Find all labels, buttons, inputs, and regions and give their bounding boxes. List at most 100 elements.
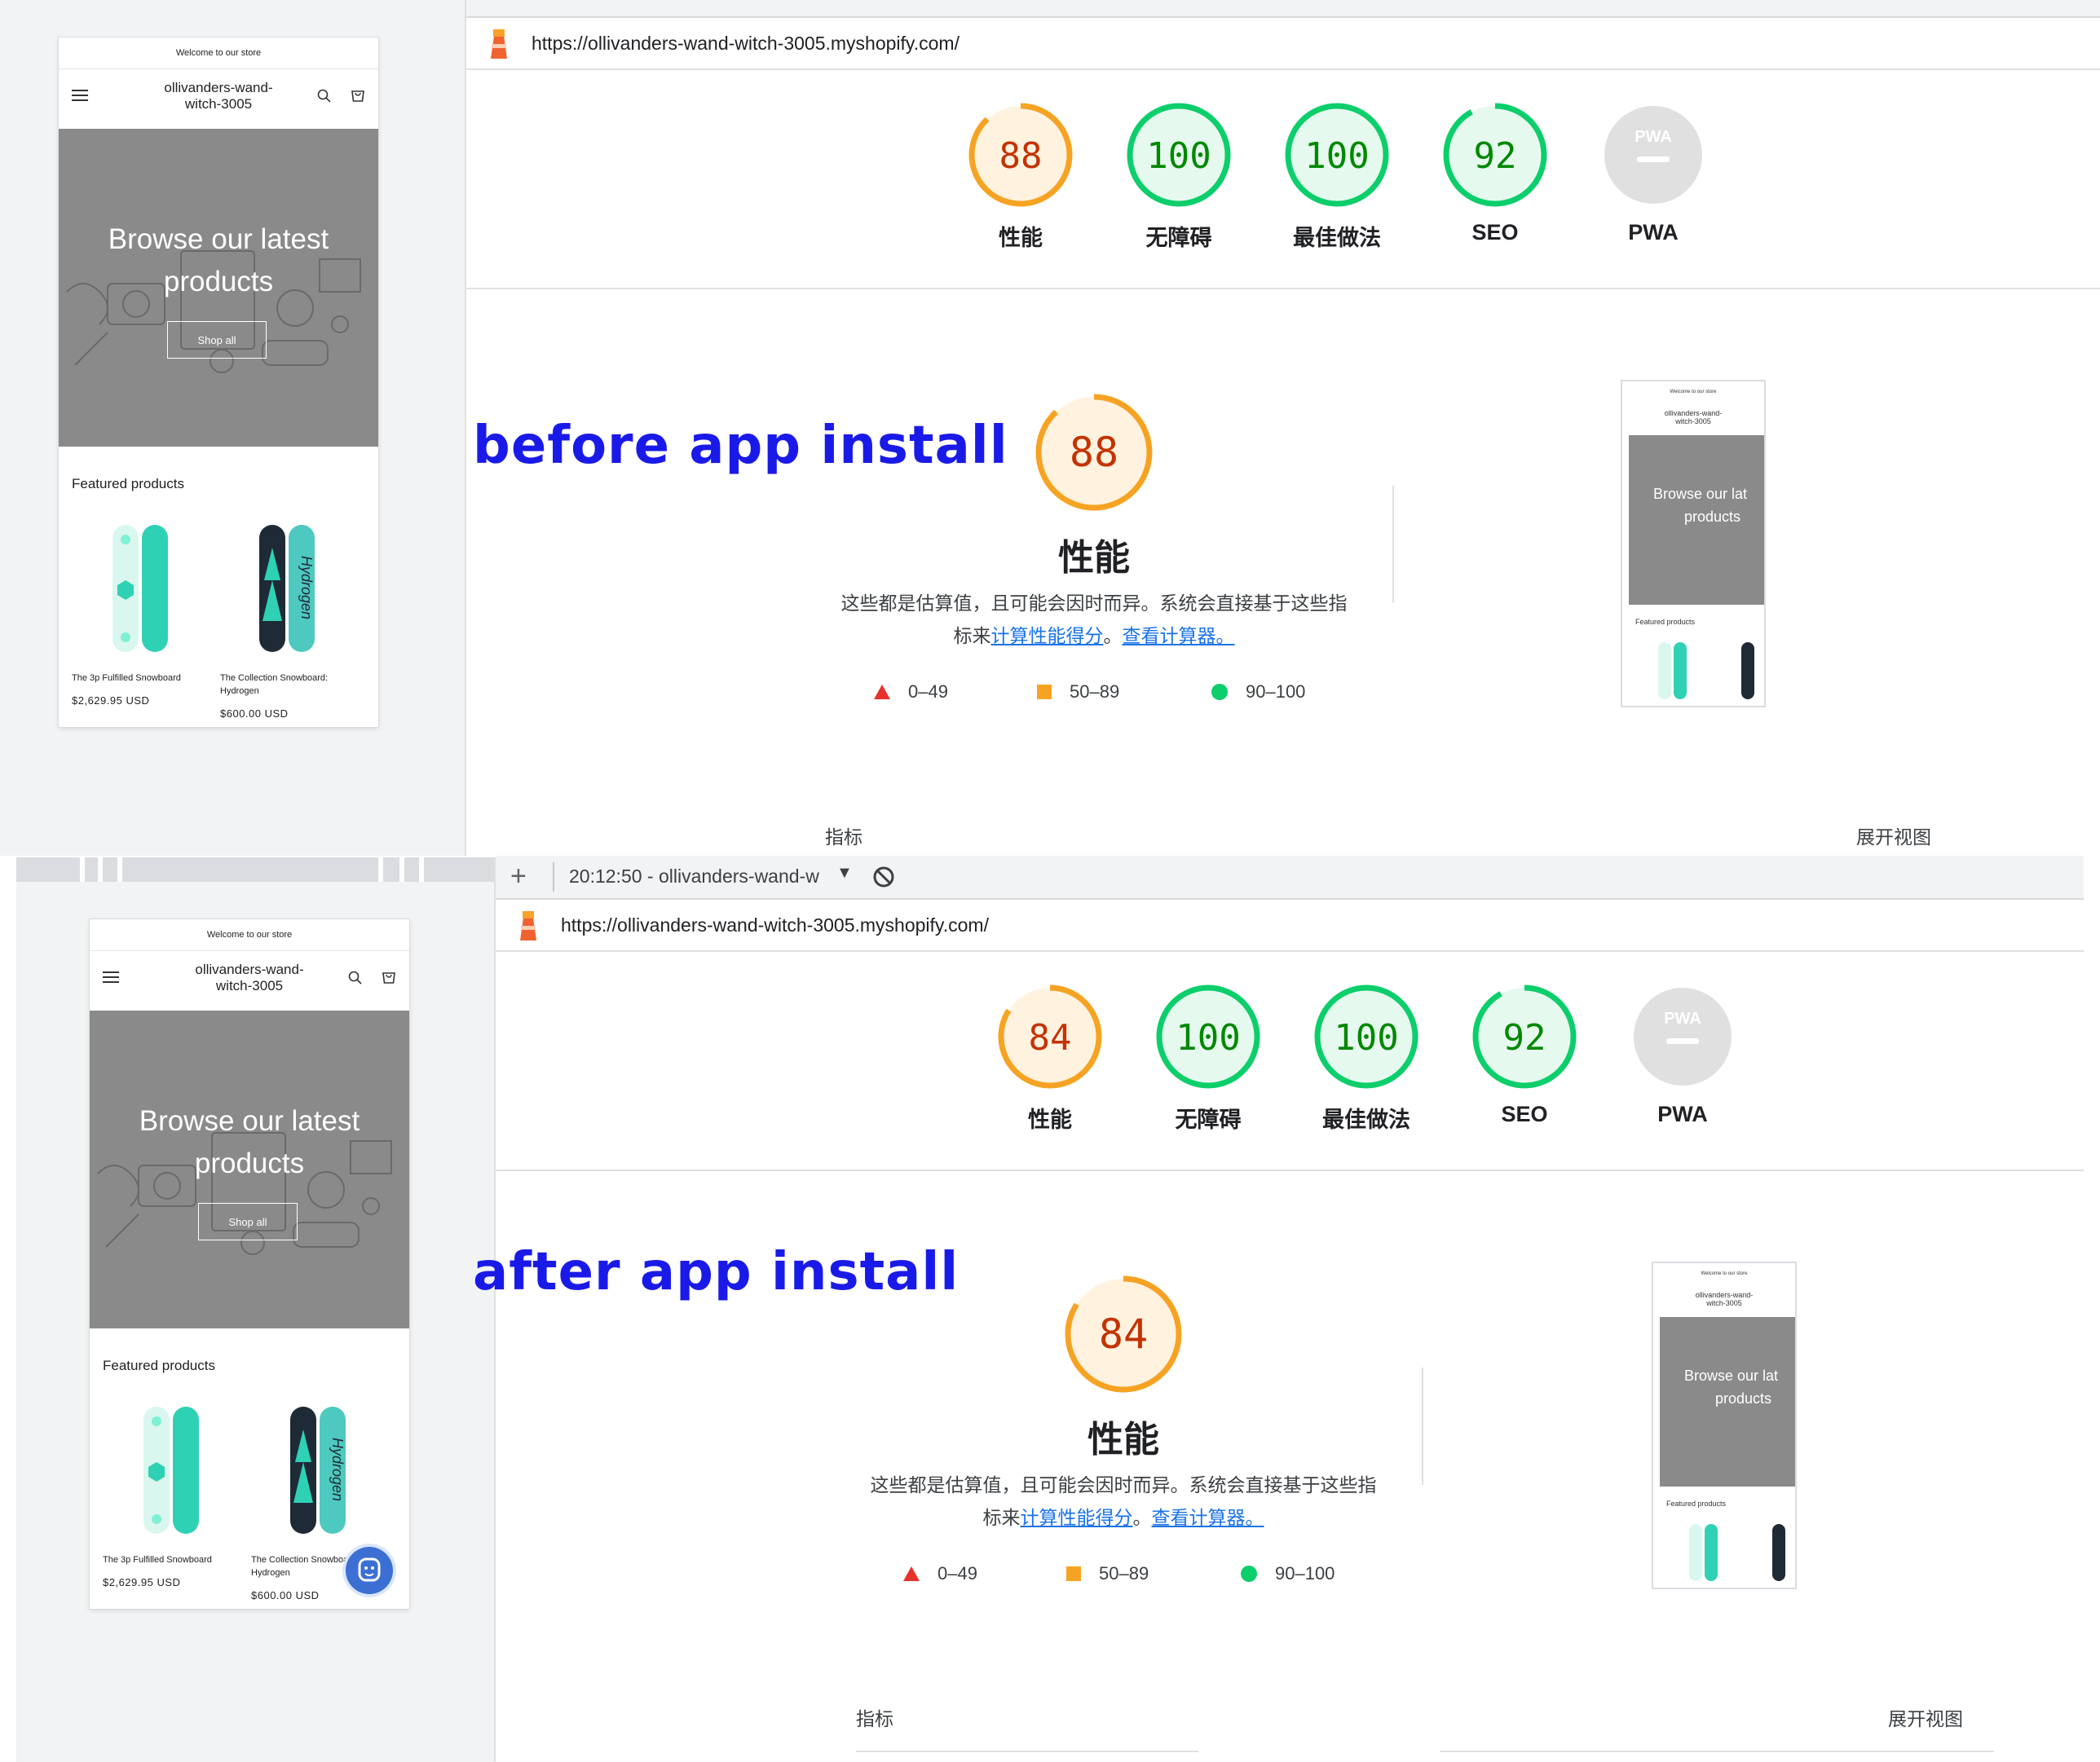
page-url[interactable]: https://ollivanders-wand-witch-3005.mysh… xyxy=(532,33,960,55)
thumb-logo: ollivanders-wand-witch-3005 xyxy=(1695,1291,1754,1307)
score-label: 性能 xyxy=(999,226,1043,250)
score-gauge[interactable]: PWA PWA xyxy=(1629,983,1736,1127)
legend-pass: 90–100 xyxy=(1241,1563,1335,1584)
product-price: $600.00 USD xyxy=(251,1589,320,1601)
triangle-icon xyxy=(903,1566,920,1581)
score-gauge[interactable]: 100 无障碍 xyxy=(1125,101,1233,252)
performance-title: 性能 xyxy=(1058,538,1130,578)
thumb-board-2 xyxy=(1741,642,1754,699)
product-price: $2,629.95 USD xyxy=(103,1576,181,1588)
score-ring: 92 xyxy=(1443,103,1547,207)
shop-all-button[interactable]: Shop all xyxy=(167,321,267,359)
new-report-button[interactable]: + xyxy=(510,861,527,892)
score-gauge[interactable]: 92 SEO xyxy=(1441,101,1549,245)
score-value: 92 xyxy=(1474,135,1517,177)
legend-fail: 0–49 xyxy=(874,681,948,703)
perf-description: 这些都是估算值，且可能会因时而异。系统会直接基于这些指 标来计算性能得分。查看计… xyxy=(840,592,1348,646)
square-icon xyxy=(1066,1566,1081,1581)
search-icon[interactable] xyxy=(316,88,333,104)
expand-view-toggle[interactable]: 展开视图 xyxy=(1856,822,1931,849)
cart-icon[interactable] xyxy=(349,86,367,104)
performance-score: 88 xyxy=(1070,429,1118,476)
store-logo[interactable]: ollivanders-wand- witch-3005 xyxy=(108,80,329,112)
store-logo[interactable]: ollivanders-wand- witch-3005 xyxy=(139,962,360,994)
score-gauge[interactable]: 100 最佳做法 xyxy=(1312,983,1420,1134)
pwa-badge-icon: PWA xyxy=(1664,1010,1701,1028)
score-label: 最佳做法 xyxy=(1322,1108,1410,1132)
svg-text:Hydrogen: Hydrogen xyxy=(329,1438,346,1501)
lighthouse-report-after: + 20:12:50 - ollivanders-wand-w ▼ https:… xyxy=(496,856,2084,1762)
thumb-featured: Featured products xyxy=(1635,618,1696,626)
product-title[interactable]: The 3p Fulfilled Snowboard xyxy=(103,1553,212,1566)
thumb-hero-text: Browse our lat products xyxy=(1653,486,1748,525)
legend-pass: 90–100 xyxy=(1211,681,1305,703)
pwa-dash-icon xyxy=(1637,156,1670,162)
product-image-3p-snowboard[interactable] xyxy=(109,523,174,654)
thumb-logo: ollivanders-wand-witch-3005 xyxy=(1664,409,1723,425)
legend-average: 50–89 xyxy=(1037,681,1119,703)
product-title[interactable]: The 3p Fulfilled Snowboard xyxy=(72,672,181,685)
hero-banner: Browse our latest products Shop all xyxy=(59,129,378,447)
calculator-link[interactable]: 查看计算器。 xyxy=(1123,625,1235,646)
product-image-hydrogen-snowboard[interactable]: Hydrogen xyxy=(289,1405,354,1535)
shop-all-button[interactable]: Shop all xyxy=(198,1203,298,1240)
calc-score-link[interactable]: 计算性能得分 xyxy=(1021,1507,1133,1528)
thumb-announcement: Welcome to our store xyxy=(1701,1271,1748,1276)
url-bar: https://ollivanders-wand-witch-3005.mysh… xyxy=(496,900,2084,952)
store-header: ollivanders-wand- witch-3005 xyxy=(90,950,409,1011)
mobile-preview-before: Welcome to our store ollivanders-wand- w… xyxy=(59,37,378,727)
hamburger-icon[interactable] xyxy=(103,971,119,983)
score-label: SEO xyxy=(1501,1102,1548,1126)
product-title[interactable]: The Collection Snowboard: Hydrogen xyxy=(220,672,328,698)
score-ring: PWA xyxy=(1604,106,1702,204)
hero-banner: Browse our latest products Shop all xyxy=(90,1011,409,1328)
final-screenshot-thumbnail[interactable]: Welcome to our store ollivanders-wand-wi… xyxy=(1653,1263,1795,1588)
score-ring: 92 xyxy=(1472,985,1577,1089)
triangle-icon xyxy=(874,685,890,699)
metrics-heading: 指标 xyxy=(856,1708,893,1729)
divider xyxy=(1392,486,1394,603)
hero-heading: Browse our latest products xyxy=(108,223,329,297)
page-url[interactable]: https://ollivanders-wand-witch-3005.mysh… xyxy=(561,914,989,936)
calc-score-link[interactable]: 计算性能得分 xyxy=(991,625,1104,646)
score-gauge[interactable]: 88 性能 xyxy=(967,101,1074,252)
search-icon[interactable] xyxy=(347,970,364,986)
score-label: PWA xyxy=(1628,220,1679,244)
score-value: 88 xyxy=(999,135,1043,177)
score-label: 无障碍 xyxy=(1145,226,1212,250)
performance-score: 84 xyxy=(1099,1310,1148,1358)
product-title[interactable]: The Collection Snowboard: Hydrogen xyxy=(251,1553,359,1579)
pwa-dash-icon xyxy=(1666,1038,1699,1044)
score-value: 100 xyxy=(1146,135,1211,177)
score-value: 100 xyxy=(1176,1017,1240,1059)
store-header: ollivanders-wand- witch-3005 xyxy=(59,68,378,129)
score-gauge[interactable]: 84 性能 xyxy=(996,983,1104,1134)
dropdown-caret-icon[interactable]: ▼ xyxy=(836,864,853,883)
product-image-3p-snowboard[interactable] xyxy=(140,1405,205,1535)
score-gauge[interactable]: 100 最佳做法 xyxy=(1283,101,1391,252)
calculator-link[interactable]: 查看计算器。 xyxy=(1152,1507,1264,1528)
announcement-bar: Welcome to our store xyxy=(90,919,409,951)
final-screenshot-thumbnail[interactable]: Welcome to our store ollivanders-wand-wi… xyxy=(1622,381,1764,706)
product-image-hydrogen-snowboard[interactable]: Hydrogen xyxy=(258,523,323,654)
report-selector[interactable]: 20:12:50 - ollivanders-wand-w xyxy=(569,866,819,888)
chat-widget-button[interactable] xyxy=(346,1547,393,1594)
clear-icon[interactable] xyxy=(872,866,895,888)
divider xyxy=(856,1751,1198,1752)
thumb-board-1 xyxy=(1658,642,1687,699)
hamburger-icon[interactable] xyxy=(72,90,88,101)
score-label: 最佳做法 xyxy=(1293,226,1381,250)
score-value: 100 xyxy=(1334,1017,1398,1059)
cart-icon[interactable] xyxy=(380,968,398,986)
expand-view-toggle[interactable]: 展开视图 xyxy=(1888,1703,1963,1731)
thumb-announcement: Welcome to our store xyxy=(1670,390,1717,394)
score-gauge[interactable]: 100 无障碍 xyxy=(1154,983,1262,1134)
score-ring: 100 xyxy=(1285,103,1389,207)
performance-title: 性能 xyxy=(1088,1420,1159,1460)
score-label: 性能 xyxy=(1028,1108,1072,1132)
lighthouse-report-before: https://ollivanders-wand-witch-3005.mysh… xyxy=(466,0,2100,856)
legend-average: 50–89 xyxy=(1066,1563,1149,1584)
pwa-badge-icon: PWA xyxy=(1635,128,1672,146)
score-gauge[interactable]: 92 SEO xyxy=(1471,983,1578,1127)
score-gauge[interactable]: PWA PWA xyxy=(1599,101,1707,245)
